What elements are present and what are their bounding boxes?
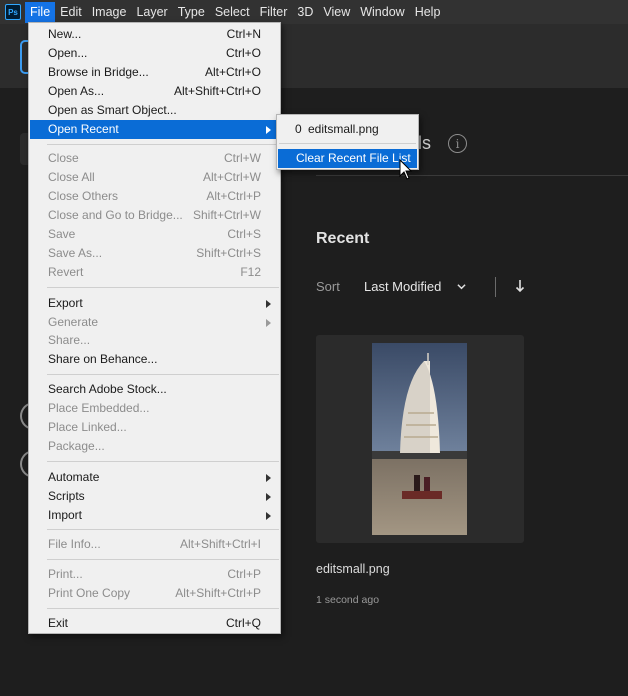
recent-file-label: editsmall.png [308, 122, 379, 136]
sort-label: Sort [316, 279, 340, 294]
recent-file-time: 1 second ago [316, 594, 380, 606]
file-menu: New... Ctrl+N Open... Ctrl+O Browse in Bri… [28, 22, 281, 634]
clear-recent-label: Clear Recent File List [296, 151, 411, 165]
menu-separator [47, 608, 279, 609]
menu-item-browse-in-bridge[interactable]: Browse in Bridge... Alt+Ctrl+O [30, 63, 279, 82]
menu-file[interactable]: File [25, 1, 56, 23]
sort-descending-icon[interactable] [514, 279, 526, 293]
menu-separator [279, 143, 416, 144]
menu-item-save-as[interactable]: Save As... Shift+Ctrl+S [30, 244, 279, 263]
menu-item-close[interactable]: Close Ctrl+W [30, 149, 279, 168]
menu-item-search-adobe-stock[interactable]: Search Adobe Stock... [30, 380, 279, 399]
menu-filter[interactable]: Filter [255, 2, 293, 23]
menu-item-save[interactable]: Save Ctrl+S [30, 225, 279, 244]
menu-item-file-info[interactable]: File Info... Alt+Shift+Ctrl+I [30, 535, 279, 554]
photoshop-logo-icon: Ps [5, 4, 21, 20]
divider [316, 175, 628, 176]
chevron-down-icon[interactable] [457, 282, 466, 291]
sort-dropdown[interactable]: Last Modified [364, 279, 441, 294]
menu-bar: Ps File Edit Image Layer Type Select Fil… [0, 0, 628, 24]
submenu-arrow-icon [266, 126, 271, 134]
menu-item-generate[interactable]: Generate [30, 313, 279, 332]
menu-item-exit[interactable]: Exit Ctrl+Q [30, 614, 279, 633]
menu-type[interactable]: Type [173, 2, 210, 23]
menu-separator [47, 529, 279, 530]
menu-window[interactable]: Window [355, 2, 409, 23]
menu-separator [47, 374, 279, 375]
recent-file-thumbnail[interactable] [316, 335, 524, 543]
menu-item-place-embedded[interactable]: Place Embedded... [30, 399, 279, 418]
menu-item-close-all[interactable]: Close All Alt+Ctrl+W [30, 168, 279, 187]
menu-view[interactable]: View [318, 2, 355, 23]
menu-item-new[interactable]: New... Ctrl+N [30, 25, 279, 44]
menu-item-open-as-smart-object[interactable]: Open as Smart Object... [30, 101, 279, 120]
menu-item-close-others[interactable]: Close Others Alt+Ctrl+P [30, 187, 279, 206]
menu-layer[interactable]: Layer [131, 2, 172, 23]
divider [495, 277, 496, 297]
submenu-arrow-icon [266, 512, 271, 520]
menu-image[interactable]: Image [87, 2, 132, 23]
menu-edit[interactable]: Edit [55, 2, 87, 23]
menu-item-revert[interactable]: Revert F12 [30, 263, 279, 282]
recent-file-index: 0 [295, 122, 302, 136]
mouse-pointer-icon [399, 159, 413, 180]
menu-separator [47, 287, 279, 288]
menu-select[interactable]: Select [210, 2, 255, 23]
submenu-arrow-icon [266, 474, 271, 482]
menu-item-open[interactable]: Open... Ctrl+O [30, 44, 279, 63]
recent-file-name[interactable]: editsmall.png [316, 562, 390, 576]
menu-item-open-recent[interactable]: Open Recent [30, 120, 279, 139]
menu-separator [47, 559, 279, 560]
menu-item-share[interactable]: Share... [30, 331, 279, 350]
menu-item-close-and-go-to-bridge[interactable]: Close and Go to Bridge... Shift+Ctrl+W [30, 206, 279, 225]
menu-item-package[interactable]: Package... [30, 437, 279, 456]
menu-item-export[interactable]: Export [30, 294, 279, 313]
menu-separator [47, 144, 279, 145]
file-preview-image [372, 343, 467, 535]
menu-help[interactable]: Help [410, 2, 446, 23]
menu-item-import[interactable]: Import [30, 506, 279, 525]
menu-item-place-linked[interactable]: Place Linked... [30, 418, 279, 437]
submenu-arrow-icon [266, 300, 271, 308]
menu-item-scripts[interactable]: Scripts [30, 487, 279, 506]
menu-item-print[interactable]: Print... Ctrl+P [30, 565, 279, 584]
info-icon[interactable]: i [448, 134, 467, 153]
menu-item-open-as[interactable]: Open As... Alt+Shift+Ctrl+O [30, 82, 279, 101]
menu-item-share-on-behance[interactable]: Share on Behance... [30, 350, 279, 369]
clear-recent-file-list-item[interactable]: Clear Recent File List [278, 149, 417, 168]
submenu-arrow-icon [266, 493, 271, 501]
menu-3d[interactable]: 3D [292, 2, 318, 23]
open-recent-submenu: 0 editsmall.png Clear Recent File List [276, 114, 419, 170]
menu-separator [47, 461, 279, 462]
menu-item-automate[interactable]: Automate [30, 468, 279, 487]
submenu-arrow-icon [266, 319, 271, 327]
recent-title: Recent [316, 230, 370, 247]
menu-item-print-one-copy[interactable]: Print One Copy Alt+Shift+Ctrl+P [30, 584, 279, 603]
